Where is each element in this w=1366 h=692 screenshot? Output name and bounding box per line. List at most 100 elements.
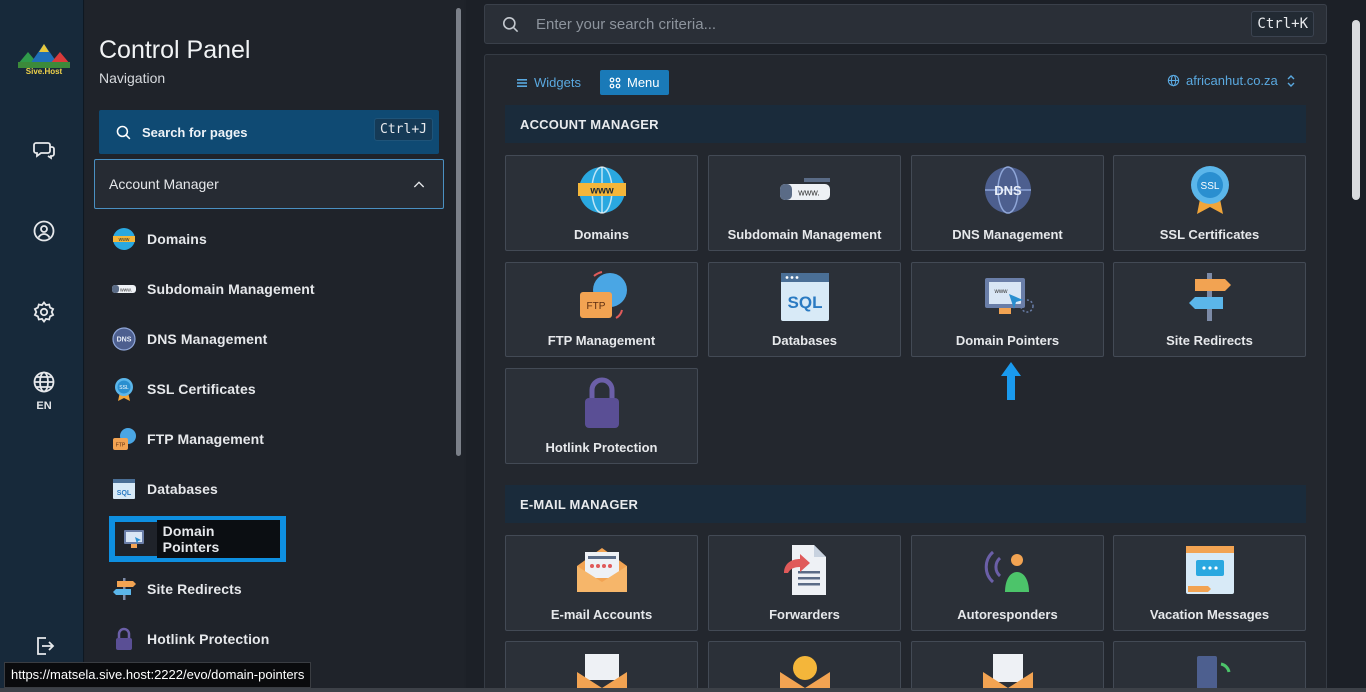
- global-search-bar[interactable]: Enter your search criteria... Ctrl+K: [484, 4, 1327, 44]
- svg-text:SSL: SSL: [1200, 181, 1219, 192]
- card-domain-pointers[interactable]: www Domain Pointers: [911, 262, 1104, 357]
- svg-text:DNS: DNS: [994, 183, 1022, 198]
- domain-selector[interactable]: africanhut.co.za: [1167, 73, 1296, 88]
- nav-item-databases[interactable]: SQL Databases: [109, 471, 439, 507]
- panel-subtitle: Navigation: [99, 70, 166, 86]
- svg-text:FTP: FTP: [586, 301, 605, 312]
- svg-text:DNS: DNS: [117, 337, 132, 344]
- status-bar-url: https://matsela.sive.host:2222/evo/domai…: [4, 662, 312, 688]
- lock-icon: [506, 377, 697, 429]
- card-smiley-envelope-partial[interactable]: [708, 641, 901, 692]
- svg-text:Sive.Host: Sive.Host: [26, 67, 63, 76]
- arrow-up-icon: [1001, 362, 1021, 405]
- card-autoresponders[interactable]: Autoresponders: [911, 535, 1104, 631]
- globe-icon: [1167, 74, 1180, 87]
- message-window-icon: [1114, 544, 1305, 596]
- globe-icon[interactable]: [24, 362, 64, 402]
- www-globe-icon: www: [109, 224, 139, 254]
- signpost-icon: [1114, 271, 1305, 323]
- subdomain-bar-icon: www.: [109, 274, 139, 304]
- signpost-icon: [109, 574, 139, 604]
- section-account-manager: ACCOUNT MANAGER: [505, 105, 1306, 143]
- card-ssl-certificates[interactable]: SSL SSL Certificates: [1113, 155, 1306, 251]
- card-vacation-messages[interactable]: Vacation Messages: [1113, 535, 1306, 631]
- envelope-icon: [506, 544, 697, 596]
- svg-text:www.: www.: [120, 288, 132, 294]
- window-bottom-edge: [0, 688, 1366, 692]
- www-globe-icon: www: [506, 164, 697, 216]
- ssl-badge-icon: SSL: [1114, 164, 1305, 216]
- svg-text:www: www: [119, 237, 130, 243]
- sql-database-icon: SQL: [709, 271, 900, 323]
- card-forwarders[interactable]: Forwarders: [708, 535, 901, 631]
- nav-item-site-redirects[interactable]: Site Redirects: [109, 571, 439, 607]
- accordion-label: Account Manager: [109, 176, 219, 192]
- section-email-manager: E-MAIL MANAGER: [505, 485, 1306, 523]
- nav-item-domains[interactable]: www Domains: [109, 221, 439, 257]
- navigation-panel: Control Panel Navigation Search for page…: [85, 0, 464, 692]
- card-databases[interactable]: SQL Databases: [708, 262, 901, 357]
- svg-text:SSL: SSL: [119, 385, 129, 391]
- nav-item-subdomain-management[interactable]: www. Subdomain Management: [109, 271, 439, 307]
- svg-text:SQL: SQL: [787, 293, 822, 312]
- account-manager-accordion[interactable]: Account Manager: [94, 159, 444, 209]
- ftp-folder-icon: FTP: [109, 424, 139, 454]
- subdomain-bar-icon: www.: [709, 164, 900, 216]
- monitor-pointer-icon: [119, 524, 149, 554]
- ssl-badge-icon: SSL: [109, 374, 139, 404]
- search-icon: [502, 16, 519, 32]
- language-label[interactable]: EN: [22, 400, 66, 412]
- card-domains[interactable]: www Domains: [505, 155, 698, 251]
- card-ftp-management[interactable]: FTP FTP Management: [505, 262, 698, 357]
- nav-item-ssl-certificates[interactable]: SSL SSL Certificates: [109, 371, 439, 407]
- monitor-pointer-icon: www: [912, 271, 1103, 323]
- card-subdomain-management[interactable]: www. Subdomain Management: [708, 155, 901, 251]
- svg-text:FTP: FTP: [116, 443, 126, 449]
- lock-icon: [109, 624, 139, 654]
- person-broadcast-icon: [912, 544, 1103, 596]
- svg-text:SQL: SQL: [117, 490, 132, 497]
- dns-globe-icon: DNS: [109, 324, 139, 354]
- nav-scrollbar[interactable]: [456, 8, 461, 456]
- page-search-label: Search for pages: [142, 124, 248, 140]
- global-search-shortcut: Ctrl+K: [1251, 11, 1314, 37]
- card-email-accounts[interactable]: E-mail Accounts: [505, 535, 698, 631]
- card-hotlink-protection[interactable]: Hotlink Protection: [505, 368, 698, 464]
- list-icon: [517, 78, 527, 87]
- card-spam-filters-partial[interactable]: [505, 641, 698, 692]
- sql-database-icon: SQL: [109, 474, 139, 504]
- ftp-folder-icon: FTP: [506, 271, 697, 323]
- logout-icon[interactable]: [24, 626, 64, 666]
- page-search-shortcut: Ctrl+J: [374, 118, 433, 141]
- main-scrollbar[interactable]: [1352, 20, 1360, 200]
- tab-widgets[interactable]: Widgets: [507, 70, 590, 95]
- chat-icon[interactable]: [24, 130, 64, 170]
- selected-domain: africanhut.co.za: [1186, 73, 1278, 88]
- nav-item-hotlink-protection[interactable]: Hotlink Protection: [109, 621, 439, 657]
- forward-document-icon: [709, 544, 900, 596]
- chevron-up-icon: [413, 181, 425, 188]
- gear-icon[interactable]: [24, 292, 64, 332]
- page-search-button[interactable]: Search for pages Ctrl+J: [99, 110, 439, 154]
- nav-item-ftp-management[interactable]: FTP FTP Management: [109, 421, 439, 457]
- global-search-placeholder: Enter your search criteria...: [536, 15, 717, 33]
- card-server-feed-partial[interactable]: [1113, 641, 1306, 692]
- panel-title: Control Panel: [99, 36, 251, 64]
- tab-menu[interactable]: Menu: [600, 70, 669, 95]
- card-site-redirects[interactable]: Site Redirects: [1113, 262, 1306, 357]
- svg-text:www.: www.: [797, 188, 820, 198]
- site-logo[interactable]: Sive.Host: [12, 38, 76, 80]
- spam-envelope-icon: [506, 650, 697, 691]
- grid-icon: [609, 77, 621, 88]
- dns-globe-icon: DNS: [912, 164, 1103, 216]
- user-icon[interactable]: [24, 211, 64, 251]
- smiley-envelope-icon: [709, 650, 900, 691]
- card-document-envelope-partial[interactable]: [911, 641, 1104, 692]
- icon-rail: Sive.Host EN: [0, 0, 84, 692]
- document-envelope-icon: [912, 650, 1103, 691]
- nav-item-domain-pointers[interactable]: Domain Pointers: [109, 516, 286, 562]
- svg-text:www: www: [993, 289, 1008, 295]
- card-dns-management[interactable]: DNS DNS Management: [911, 155, 1104, 251]
- nav-item-dns-management[interactable]: DNS DNS Management: [109, 321, 439, 357]
- chevron-updown-icon: [1287, 74, 1295, 87]
